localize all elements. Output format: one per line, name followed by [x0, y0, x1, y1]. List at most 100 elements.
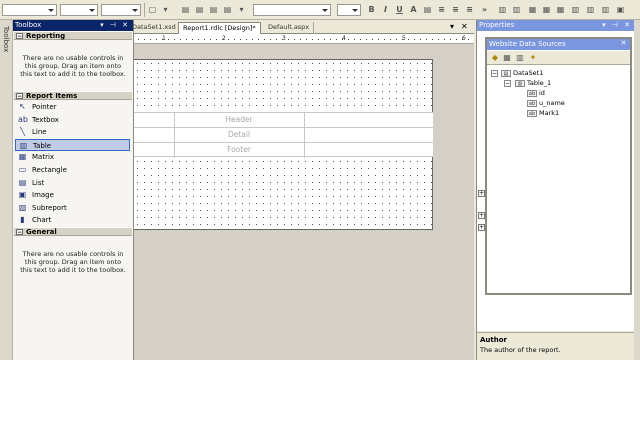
tool-chart[interactable]: ▮ Chart [15, 214, 130, 226]
size-both-icon[interactable]: ▥ [600, 4, 611, 15]
tool-table[interactable]: ▥ Table [15, 139, 130, 151]
detail-cell[interactable]: Detail [174, 128, 304, 143]
border-icon[interactable]: ▢ [147, 4, 158, 15]
style-combo[interactable] [2, 4, 57, 16]
align-right-icon[interactable]: ▤ [208, 4, 219, 15]
node-label: u_name [539, 99, 565, 107]
align-center-icon[interactable]: ▤ [194, 4, 205, 15]
ruler-tick [378, 39, 379, 40]
toolbox-side-tab[interactable]: Toolbox [2, 26, 10, 52]
tool-image[interactable]: ▣ Image [15, 189, 130, 201]
bold-icon[interactable]: B [366, 4, 377, 15]
dropdown-arrow-icon[interactable]: ▾ [160, 4, 171, 15]
tab-dataset1-xsd[interactable]: DataSet1.xsd [128, 22, 181, 34]
footer-cell[interactable]: Footer [174, 143, 304, 158]
edit-dataset-icon[interactable]: ▦ [502, 53, 512, 63]
table-row-footer[interactable]: Footer [134, 143, 433, 158]
refresh-icon[interactable]: ✦ [528, 53, 538, 63]
ruler-tick [198, 39, 199, 40]
data-sources-title-bar[interactable]: Website Data Sources ✕ [487, 39, 630, 50]
valign-top-icon[interactable]: ▦ [527, 4, 538, 15]
configure-icon[interactable]: ▥ [515, 53, 525, 63]
collapse-icon[interactable]: − [504, 80, 511, 87]
collapse-icon[interactable]: − [491, 70, 498, 77]
tool-line[interactable]: ╲ Line [15, 126, 130, 138]
ruler-tick [420, 39, 421, 40]
close-tab-icon[interactable]: ✕ [461, 22, 468, 32]
valign-middle-icon[interactable]: ▦ [541, 4, 552, 15]
properties-window-controls[interactable]: ▾ ⊣ ✕ [602, 20, 632, 31]
table-row-detail[interactable]: Detail [134, 128, 433, 143]
field-icon: ab [527, 110, 537, 117]
tool-rectangle[interactable]: ▭ Rectangle [15, 164, 130, 176]
report-design-surface[interactable]: 1 2 3 4 5 6 Header Detail Footer [134, 34, 474, 360]
collapse-icon[interactable]: − [16, 33, 23, 40]
layout-icon[interactable]: ▥ [497, 4, 508, 15]
group-report-items[interactable]: − Report Items [14, 91, 132, 100]
justify-icon[interactable]: ▤ [222, 4, 233, 15]
horizontal-ruler: 1 2 3 4 5 6 [134, 34, 474, 44]
right-side-strip[interactable] [634, 20, 640, 360]
subreport-icon: ▧ [18, 203, 27, 212]
highlight-icon[interactable]: ▤ [422, 4, 433, 15]
font-size-combo[interactable] [337, 4, 361, 16]
node-label: DataSet1 [513, 69, 544, 77]
font-combo[interactable] [60, 4, 98, 16]
ruler-tick [156, 39, 157, 40]
layout2-icon[interactable]: ▥ [511, 4, 522, 15]
expand-icon[interactable]: + [478, 212, 485, 219]
tree-node-dataset[interactable]: ▤ DataSet1 [501, 69, 543, 78]
font-color-icon[interactable]: A [408, 4, 419, 15]
overflow-icon[interactable]: » [479, 4, 490, 15]
group-general[interactable]: − General [14, 227, 132, 236]
add-data-source-icon[interactable]: ◆ [490, 53, 500, 63]
group-reporting[interactable]: − Reporting [14, 31, 132, 40]
align-left-icon[interactable]: ▤ [180, 4, 191, 15]
ruler-tick [408, 39, 409, 40]
size-combo[interactable] [101, 4, 141, 16]
tree-node-field[interactable]: ab Mark1 [527, 109, 559, 118]
ruler-tick [246, 39, 247, 40]
tool-pointer[interactable]: ↖ Pointer [15, 101, 130, 113]
underline-icon[interactable]: U [394, 4, 405, 15]
ruler-tick [330, 39, 331, 40]
collapse-icon[interactable]: − [16, 229, 23, 236]
ruler-tick [354, 39, 355, 40]
expand-icon[interactable]: + [478, 190, 485, 197]
collapse-icon[interactable]: − [16, 93, 23, 100]
size-height-icon[interactable]: ▥ [585, 4, 596, 15]
expand-icon[interactable]: + [478, 224, 485, 231]
visual-studio-window: ▢ ▾ ▤ ▤ ▤ ▤ ▾ B I U A ▤ ≡ ≡ ≡ » ▥ ▥ ▦ ▦ … [0, 0, 640, 360]
align-center-text-icon[interactable]: ≡ [450, 4, 461, 15]
tab-list-icon[interactable]: ▾ [450, 22, 454, 32]
report-body[interactable]: Header Detail Footer [134, 59, 433, 230]
table-row-header[interactable]: Header [134, 113, 433, 128]
header-cell[interactable]: Header [174, 113, 304, 128]
tool-matrix[interactable]: ▦ Matrix [15, 151, 130, 163]
font-family-combo[interactable] [253, 4, 331, 16]
tree-node-table[interactable]: ▥ Table_1 [515, 79, 551, 88]
toolbox-title-bar: Toolbox ▾ ⊣ ✕ [13, 20, 133, 31]
report-table[interactable]: Header Detail Footer [134, 112, 433, 158]
align-right-text-icon[interactable]: ≡ [464, 4, 475, 15]
toolbox-window-controls[interactable]: ▾ ⊣ ✕ [100, 20, 130, 31]
toolbox-side-strip[interactable]: Toolbox [0, 20, 13, 360]
tree-node-field[interactable]: ab id [527, 89, 545, 98]
tool-textbox[interactable]: ab Textbox [15, 114, 130, 126]
bring-front-icon[interactable]: ▣ [615, 4, 626, 15]
tab-report1-design[interactable]: Report1.rdlc [Design]* [178, 22, 261, 34]
tab-default-aspx[interactable]: Default.aspx [264, 22, 315, 34]
align-left-text-icon[interactable]: ≡ [436, 4, 447, 15]
rectangle-icon: ▭ [18, 165, 27, 174]
tool-list[interactable]: ▤ List [15, 177, 130, 189]
ruler-tick [432, 39, 433, 40]
tree-node-field[interactable]: ab u_name [527, 99, 565, 108]
close-icon[interactable]: ✕ [619, 39, 628, 48]
ruler-tick [342, 39, 343, 40]
size-width-icon[interactable]: ▥ [570, 4, 581, 15]
italic-icon[interactable]: I [380, 4, 391, 15]
valign-bottom-icon[interactable]: ▦ [555, 4, 566, 15]
more-icon[interactable]: ▾ [236, 4, 247, 15]
tool-subreport[interactable]: ▧ Subreport [15, 202, 130, 214]
toolbox-panel: Toolbox ▾ ⊣ ✕ − Reporting There are no u… [13, 20, 134, 360]
